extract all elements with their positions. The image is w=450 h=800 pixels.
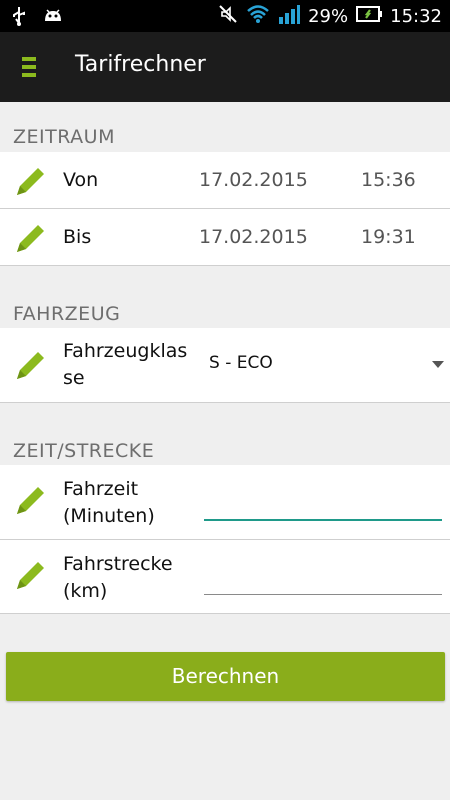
mute-icon bbox=[218, 4, 238, 29]
pencil-icon bbox=[17, 168, 44, 195]
row-fahrzeit[interactable]: Fahrzeit (Minuten) bbox=[0, 465, 450, 540]
row-label-bis: Bis bbox=[63, 226, 92, 248]
pencil-icon bbox=[17, 225, 44, 252]
clock: 15:32 bbox=[390, 6, 442, 27]
section-heading-fahrzeug: FAHRZEUG bbox=[13, 303, 121, 325]
android-debug-icon bbox=[42, 6, 64, 30]
menu-icon[interactable] bbox=[22, 57, 40, 77]
wifi-icon bbox=[246, 4, 270, 29]
von-date[interactable]: 17.02.2015 bbox=[199, 169, 308, 191]
fahrzeit-input-underline bbox=[204, 519, 442, 521]
app-title: Tarifrechner bbox=[75, 52, 206, 77]
battery-icon bbox=[356, 5, 383, 28]
row-fahrzeugklasse[interactable]: Fahrzeugklas se S - ECO bbox=[0, 328, 450, 403]
fahrstrecke-label-line2: (km) bbox=[63, 580, 108, 602]
fahrzeit-label-line1: Fahrzeit bbox=[63, 478, 139, 500]
app-bar: Tarifrechner bbox=[0, 32, 450, 102]
bis-time[interactable]: 19:31 bbox=[361, 226, 416, 248]
fahrstrecke-label-line1: Fahrstrecke bbox=[63, 553, 173, 575]
pencil-icon bbox=[17, 487, 44, 514]
berechnen-button[interactable]: Berechnen bbox=[6, 652, 445, 701]
section-heading-zeit-strecke: ZEIT/STRECKE bbox=[13, 440, 155, 462]
battery-percent: 29% bbox=[308, 6, 349, 27]
fahrzeugklasse-label-line1: Fahrzeugklas bbox=[63, 340, 188, 362]
fahrzeugklasse-label-line2: se bbox=[63, 367, 85, 389]
fahrzeugklasse-select[interactable]: S - ECO bbox=[209, 353, 273, 373]
row-label-von: Von bbox=[63, 169, 99, 191]
row-von[interactable]: Von 17.02.2015 15:36 bbox=[0, 152, 450, 209]
pencil-icon bbox=[17, 352, 44, 379]
bis-date[interactable]: 17.02.2015 bbox=[199, 226, 308, 248]
pencil-icon bbox=[17, 562, 44, 589]
von-time[interactable]: 15:36 bbox=[361, 169, 416, 191]
status-bar: 29% 15:32 bbox=[0, 0, 450, 32]
row-fahrstrecke[interactable]: Fahrstrecke (km) bbox=[0, 540, 450, 614]
dropdown-caret-icon[interactable] bbox=[432, 361, 444, 368]
fahrzeit-label-line2: (Minuten) bbox=[63, 505, 155, 527]
row-bis[interactable]: Bis 17.02.2015 19:31 bbox=[0, 209, 450, 266]
usb-icon bbox=[10, 6, 28, 30]
section-heading-zeitraum: ZEITRAUM bbox=[13, 126, 115, 148]
fahrstrecke-input-underline bbox=[204, 594, 442, 595]
signal-icon bbox=[278, 4, 301, 29]
